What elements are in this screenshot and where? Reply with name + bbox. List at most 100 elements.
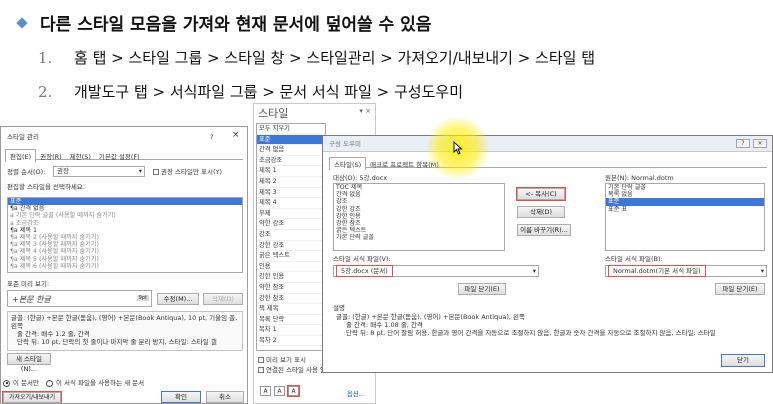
chevron-down-icon: ▾ (760, 267, 764, 275)
list-item[interactable]: a 기본 단락 글꼴 (사용할 때까지 숨기기) (8, 212, 242, 219)
ok-button[interactable]: 확인 (161, 391, 201, 403)
rename-button[interactable]: 이름 바꾸기(R)... (517, 224, 571, 236)
recommended-only-checkbox[interactable] (153, 169, 159, 176)
disable-linked-checkbox[interactable] (258, 367, 264, 374)
list-item[interactable]: 기본 단락 글꼴 (334, 234, 504, 241)
help-icon[interactable]: ? (210, 133, 213, 141)
target-label: 대상(O): 5강.docx (333, 174, 388, 182)
source-style-list[interactable]: 기본 단락 글꼴 목록 없음 표준 표준 표 (605, 183, 765, 251)
list-item[interactable]: 목록 단락 (257, 315, 325, 326)
style-inspector-icon[interactable]: A (274, 386, 285, 396)
cancel-button[interactable]: 취소 (206, 391, 244, 403)
manage-styles-icon[interactable]: A (287, 385, 300, 397)
list-item[interactable]: 강조 (334, 198, 504, 205)
list-item[interactable]: 강한 인용 (334, 213, 504, 220)
tab-defaults[interactable]: 기본값 설정(F) (95, 150, 144, 162)
list-item[interactable]: ¶a 제목 1 (8, 227, 242, 234)
close-icon[interactable]: × (753, 139, 767, 148)
list-item[interactable]: 약한 강조 (257, 219, 325, 230)
headline-row: 다른 스타일 모음을 가져와 현재 문서에 덮어쓸 수 있음 (16, 10, 432, 35)
manage-styles-dialog: 스타일 관리 ? × 편집(E) 권장(R) 제한(S) 기본값 설정(F) 정렬 순… (0, 126, 248, 404)
delete-button[interactable]: 삭제(D) (517, 206, 565, 218)
organizer-title: 구성 도우미 (329, 140, 361, 148)
left-close-file-button[interactable]: 파일 닫기(E) (458, 283, 506, 295)
new-style-button[interactable]: 새 스타일(N)... (7, 353, 51, 373)
help-icon[interactable]: ? (736, 139, 750, 148)
right-file-select[interactable]: Normal.dotm(기본 서식 파일) ▾ (605, 265, 767, 277)
list-item[interactable]: 조금강조 (257, 156, 325, 167)
list-item[interactable]: 강한 인용 (257, 272, 325, 283)
list-item[interactable]: 인용 (257, 262, 325, 273)
list-item[interactable]: 목차 2 (257, 336, 325, 347)
preview-text: +본문 한글 (12, 295, 51, 304)
tab-recommend[interactable]: 권장(R) (36, 150, 66, 162)
list-item[interactable]: 목차 1 (257, 325, 325, 336)
list-item[interactable]: ¶a 제목 4 (사용할 때까지 숨기기) (8, 248, 242, 255)
step-number: 2. (38, 83, 53, 101)
description-box: 글꼴: (한글) +본문 한글(돋움), (영어) +본문(Book Antiq… (336, 313, 716, 338)
list-item[interactable]: 제목 1 (257, 166, 325, 177)
show-preview-row[interactable]: 미리 보기 표시 (258, 356, 306, 364)
list-item[interactable]: 굵은 텍스트 (257, 251, 325, 262)
organizer-tab-strip: 스타일(S) 매크로 프로젝트 항목(M) (329, 157, 767, 170)
list-item[interactable]: ¶a 제목 6 (사용할 때까지 숨기기) (8, 263, 242, 270)
options-link[interactable]: 옵션... (347, 390, 365, 398)
list-item[interactable]: 강조 (257, 230, 325, 241)
left-avail-label: 스타일 서식 파일(V): (333, 255, 391, 263)
list-item[interactable]: 제목 4 (257, 198, 325, 209)
styles-pane-list[interactable]: 모두 지우기 표준 간격 없음 조금강조 제목 1 제목 2 제목 3 제목 4… (256, 123, 326, 351)
description-box: 글꼴: (한글) +본문 한글(돋움), (영어) +본문(Book Antiq… (7, 311, 243, 351)
list-item[interactable]: 목록 없음 (606, 191, 764, 198)
list-item[interactable]: 부제 (257, 209, 325, 220)
slide-headline: 다른 스타일 모음을 가져와 현재 문서에 덮어쓸 수 있음 (40, 15, 432, 35)
step-number: 1. (38, 49, 53, 67)
source-label: 원본(N): Normal.dotm (605, 174, 674, 182)
list-item[interactable]: a 조금강조 (8, 220, 242, 227)
tab-styles[interactable]: 스타일(S) (329, 157, 367, 170)
list-item[interactable]: 표준 표 (606, 206, 764, 213)
list-item[interactable]: 표준 (257, 134, 325, 146)
style-list[interactable]: 표준 ¶a 간격 없음 a 기본 단락 글꼴 (사용할 때까지 숨기기) a 조… (7, 197, 243, 273)
styles-pane-title: 스타일 (258, 107, 289, 120)
target-style-list[interactable]: TOC 제목 간격 없음 강조 강한 강조 강한 인용 강한 참조 굵은 텍스트… (333, 183, 505, 251)
list-item[interactable]: 간격 없음 (334, 191, 504, 198)
show-preview-checkbox[interactable] (258, 357, 264, 364)
radio-this-doc[interactable] (3, 379, 10, 387)
list-item[interactable]: 강한 강조 (334, 206, 504, 213)
bullet-diamond-icon (16, 16, 28, 29)
list-item[interactable]: 책 제목 (257, 304, 325, 315)
list-item[interactable]: 표준 (606, 198, 764, 206)
import-export-button[interactable]: 가져오기/내보내기(X)... (2, 391, 62, 403)
recommended-only-row[interactable]: 권장 스타일만 표시(Y) (153, 168, 222, 176)
organizer-close-button[interactable]: 닫기 (721, 354, 765, 367)
left-file-select[interactable]: 5강.docx (문서) ▾ (333, 265, 539, 277)
list-item[interactable]: 간격 없음 (257, 145, 325, 156)
new-style-icon[interactable]: A (260, 386, 271, 396)
sort-select[interactable]: 권장 ▾ (53, 166, 145, 177)
right-close-file-button[interactable]: 파일 닫기(E) (715, 283, 765, 295)
close-icon[interactable]: × (232, 130, 240, 140)
description-label: 설명 (333, 304, 345, 312)
chevron-down-icon: ▾ (138, 167, 142, 175)
modify-button[interactable]: 수정(M)... (157, 293, 199, 305)
pane-controls-icon[interactable]: ▾ × (359, 107, 371, 115)
chevron-down-icon: ▾ (532, 267, 536, 275)
organizer-titlebar: 구성 도우미 ? × (323, 136, 772, 152)
list-item[interactable]: 약한 참조 (257, 283, 325, 294)
tab-restrict[interactable]: 제한(S) (66, 150, 95, 162)
list-item[interactable]: ¶a 제목 5 (사용할 때까지 숨기기) (8, 256, 242, 263)
copy-button[interactable]: <- 복사(C) (516, 187, 566, 201)
step-1: 1. 홈 탭 > 스타일 그룹 > 스타일 창 > 스타일관리 > 가져오기/내… (38, 47, 595, 68)
delete-button[interactable]: 삭제(D) (203, 293, 243, 305)
list-item[interactable]: 제목 3 (257, 188, 325, 199)
list-item[interactable]: 강한 참조 (257, 294, 325, 305)
list-item[interactable]: 제목 2 (257, 177, 325, 188)
select-prompt: 편집할 스타일을 선택하세요. (7, 183, 85, 191)
radio-template[interactable] (46, 379, 53, 387)
list-item[interactable]: 강한 참조 (334, 220, 504, 227)
tab-strip: 편집(E) 권장(R) 제한(S) 기본값 설정(F) (5, 149, 243, 162)
list-item[interactable]: 모두 지우기 (257, 124, 325, 135)
tab-edit[interactable]: 편집(E) (5, 149, 37, 162)
list-item[interactable]: 강한 강조 (257, 241, 325, 252)
sort-label: 정렬 순서(O): (7, 168, 46, 176)
